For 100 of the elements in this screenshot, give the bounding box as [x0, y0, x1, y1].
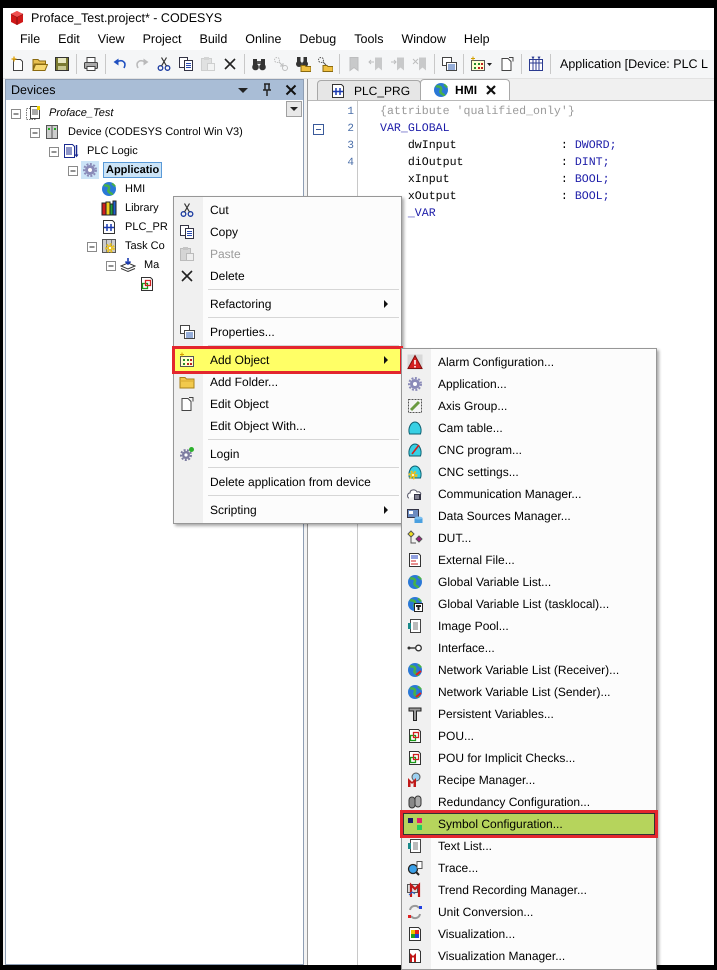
- menu-item[interactable]: Cut: [175, 199, 400, 221]
- cycle-icon: [407, 904, 423, 920]
- axis-icon: [407, 398, 423, 414]
- menu-item[interactable]: Add Object: [175, 349, 400, 371]
- menu-item[interactable]: Redundancy Configuration...: [403, 791, 655, 813]
- menu-item[interactable]: Text List...: [403, 835, 655, 857]
- gear-icon: [179, 446, 195, 462]
- squares-icon: [407, 816, 423, 832]
- cross-icon: [179, 268, 195, 284]
- code-line: {attribute 'qualified_only'}: [380, 105, 575, 118]
- tree-item[interactable]: PLC_PR: [6, 217, 171, 236]
- stack-icon: [120, 256, 136, 272]
- t-bar-icon: [407, 706, 423, 722]
- tree-item[interactable]: Library: [6, 198, 162, 217]
- menu-item[interactable]: Recipe Manager...: [403, 769, 655, 791]
- menu-bar-item[interactable]: Help: [454, 30, 499, 48]
- menu-item[interactable]: Trace...: [403, 857, 655, 879]
- menu-item[interactable]: Communication Manager...: [403, 483, 655, 505]
- menu-bar-item[interactable]: Edit: [49, 30, 89, 48]
- editor-tab[interactable]: HMI: [420, 79, 510, 100]
- menu-bar-item[interactable]: Tools: [345, 30, 392, 48]
- menu-item[interactable]: Delete: [175, 265, 400, 287]
- menu-item[interactable]: POU...: [403, 725, 655, 747]
- menu-item[interactable]: CNC program...: [403, 439, 655, 461]
- active-application-label: Application [Device: PLC L: [560, 57, 708, 71]
- tree-item[interactable]: Applicatio: [6, 160, 162, 179]
- menu-item[interactable]: Cam table...: [403, 417, 655, 439]
- menu-item[interactable]: Axis Group...: [403, 395, 655, 417]
- menu-item[interactable]: DUT...: [403, 527, 655, 549]
- database-icon: [407, 508, 423, 524]
- panel-title: Devices: [11, 83, 56, 97]
- cylinders-icon: [407, 794, 423, 810]
- menu-item[interactable]: Global Variable List...: [403, 571, 655, 593]
- line-number: 1: [347, 106, 354, 118]
- page-icon: [407, 750, 423, 766]
- diamonds-icon: [407, 530, 423, 546]
- ladder-icon: [101, 218, 117, 234]
- menu-item[interactable]: Persistent Variables...: [403, 703, 655, 725]
- menu-item[interactable]: Login: [175, 443, 400, 465]
- menu-bar-item[interactable]: File: [11, 30, 50, 48]
- globe-page-icon: [407, 596, 423, 612]
- menu-item[interactable]: Interface...: [403, 637, 655, 659]
- menu-item[interactable]: Edit Object: [175, 393, 400, 415]
- menu-item[interactable]: Alarm Configuration...: [403, 351, 655, 373]
- menu-bar-item[interactable]: Debug: [290, 30, 346, 48]
- menu-bar-item[interactable]: Window: [392, 30, 455, 48]
- dropdown-icon[interactable]: [286, 101, 302, 117]
- tree-item[interactable]: Device (CODESYS Control Win V3): [6, 122, 246, 141]
- recipe-icon: [407, 772, 423, 788]
- cam-icon: [407, 420, 423, 436]
- tree-item[interactable]: PLC Logic: [6, 141, 141, 160]
- menu-item[interactable]: POU for Implicit Checks...: [403, 747, 655, 769]
- code-line: xOutput : BOOL;: [406, 190, 610, 203]
- folder-icon: [179, 374, 195, 390]
- document-icon: [407, 552, 423, 568]
- globe-icon: [407, 662, 423, 678]
- editor-tab[interactable]: PLC_PRG: [317, 80, 422, 100]
- menu-item[interactable]: Application...: [403, 373, 655, 395]
- logic-icon: [63, 142, 79, 158]
- globe-icon: [101, 180, 117, 196]
- menu-item[interactable]: Visualization Manager...: [403, 945, 655, 967]
- gear-icon: [82, 162, 98, 178]
- globe-icon: [407, 574, 423, 590]
- globe-icon: [433, 82, 450, 98]
- menu-item[interactable]: Edit Object With...: [175, 415, 400, 437]
- menu-bar-item[interactable]: Online: [236, 30, 290, 48]
- menu-item[interactable]: External File...: [403, 549, 655, 571]
- globe-icon: [407, 684, 423, 700]
- list-page-icon: [407, 838, 423, 854]
- scissors-icon: [179, 202, 195, 218]
- line-number: 3: [347, 140, 354, 152]
- menu-item[interactable]: Refactoring: [175, 293, 400, 315]
- menu-item[interactable]: Delete application from device: [175, 471, 400, 493]
- menu-item[interactable]: Data Sources Manager...: [403, 505, 655, 527]
- menu-bar-item[interactable]: Project: [134, 30, 190, 48]
- menu-item[interactable]: Add Folder...: [175, 371, 400, 393]
- line-number: 2: [347, 122, 354, 134]
- menu-item[interactable]: Network Variable List (Sender)...: [403, 681, 655, 703]
- tree-item[interactable]: Proface_Test: [6, 103, 116, 122]
- menu-item[interactable]: Copy: [175, 221, 400, 243]
- tree-item[interactable]: Task Co: [6, 236, 168, 255]
- menu-item[interactable]: Symbol Configuration...: [403, 813, 655, 835]
- documents-icon: [179, 324, 195, 340]
- menu-item[interactable]: Network Variable List (Receiver)...: [403, 659, 655, 681]
- menu-bar-item[interactable]: Build: [190, 30, 236, 48]
- menu-item[interactable]: Scripting: [175, 499, 400, 521]
- close-icon[interactable]: [283, 82, 299, 98]
- menu-item[interactable]: Visualization...: [403, 923, 655, 945]
- tree-item[interactable]: Ma: [6, 255, 162, 274]
- menu-item[interactable]: Global Variable List (tasklocal)...: [403, 593, 655, 615]
- menu-bar-item[interactable]: View: [88, 30, 134, 48]
- menu-item[interactable]: Unit Conversion...: [403, 901, 655, 923]
- tree-item[interactable]: HMI: [6, 179, 148, 198]
- menu-item[interactable]: Image Pool...: [403, 615, 655, 637]
- page-icon: [139, 276, 155, 292]
- menu-item[interactable]: Properties...: [175, 321, 400, 343]
- menu-item[interactable]: CNC settings...: [403, 461, 655, 483]
- copy-icon: [179, 224, 195, 240]
- menu-item[interactable]: Trend Recording Manager...: [403, 879, 655, 901]
- magnifier-icon: [407, 860, 423, 876]
